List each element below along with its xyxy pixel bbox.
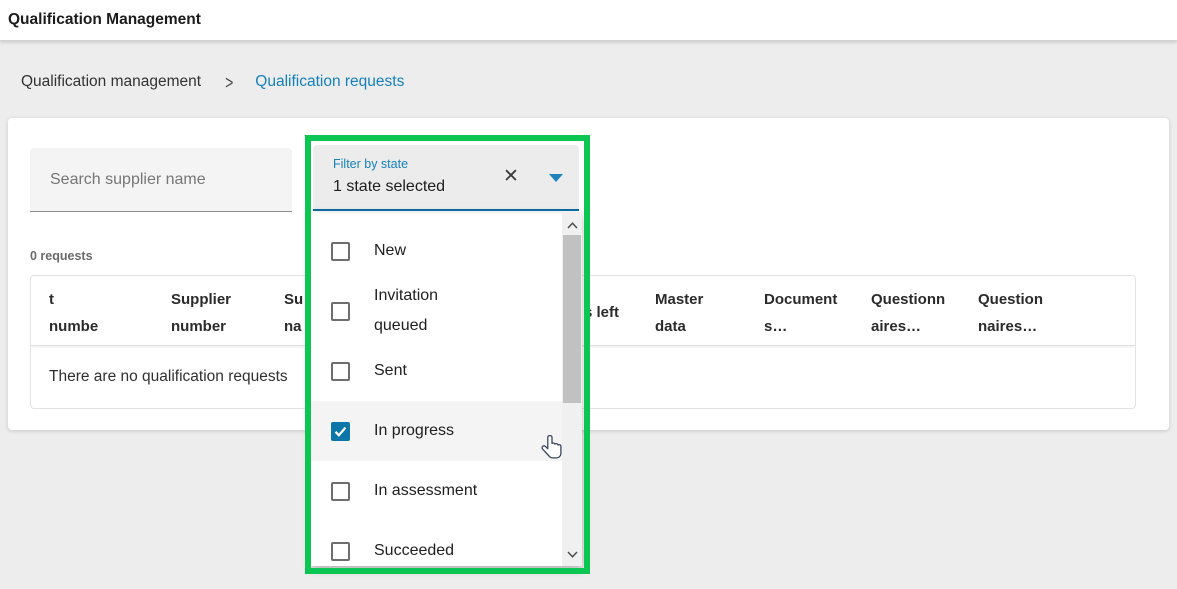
page-title: Qualification Management bbox=[0, 11, 201, 29]
checkbox-unchecked-icon[interactable] bbox=[331, 542, 350, 561]
breadcrumb-current[interactable]: Qualification requests bbox=[255, 73, 404, 91]
option-new[interactable]: New bbox=[311, 221, 562, 281]
col-documents[interactable]: Documents… bbox=[764, 286, 837, 340]
option-sent[interactable]: Sent bbox=[311, 341, 562, 401]
checkbox-unchecked-icon[interactable] bbox=[331, 482, 350, 501]
clear-filter-icon[interactable]: ✕ bbox=[497, 163, 525, 191]
dropdown-scrollbar[interactable] bbox=[562, 213, 582, 566]
col-days-left[interactable]: s left bbox=[584, 299, 619, 326]
state-filter-dropdown: New Invitation queued Sent In progress I… bbox=[311, 213, 582, 566]
checkbox-unchecked-icon[interactable] bbox=[331, 242, 350, 261]
state-option-list: New Invitation queued Sent In progress I… bbox=[311, 221, 562, 566]
breadcrumb-separator-icon: > bbox=[225, 71, 233, 93]
empty-state-text: There are no qualification requests bbox=[49, 368, 288, 386]
filter-label: Filter by state bbox=[333, 157, 408, 171]
filter-value: 1 state selected bbox=[333, 178, 445, 196]
scrollbar-thumb[interactable] bbox=[563, 235, 581, 403]
option-in-assessment[interactable]: In assessment bbox=[311, 461, 562, 521]
scroll-down-icon[interactable] bbox=[562, 544, 582, 564]
state-filter-field[interactable]: Filter by state 1 state selected ✕ bbox=[313, 145, 579, 211]
col-master-data[interactable]: Masterdata bbox=[655, 286, 703, 340]
breadcrumb-parent[interactable]: Qualification management bbox=[21, 73, 201, 91]
col-supplier-name[interactable]: Suna bbox=[284, 286, 303, 340]
option-succeeded[interactable]: Succeeded bbox=[311, 521, 562, 566]
col-questionnaires-1[interactable]: Questionnaires… bbox=[871, 286, 945, 340]
chevron-down-icon[interactable] bbox=[549, 174, 563, 182]
checkbox-unchecked-icon[interactable] bbox=[331, 302, 350, 321]
search-input[interactable] bbox=[30, 148, 292, 212]
qualification-management-screen: Qualification Management Qualification m… bbox=[0, 0, 1177, 589]
col-request-number[interactable]: tnumbe bbox=[49, 286, 98, 340]
scroll-up-icon[interactable] bbox=[562, 215, 582, 235]
col-questionnaires-2[interactable]: Questionnaires… bbox=[978, 286, 1043, 340]
col-supplier-number[interactable]: Suppliernumber bbox=[171, 286, 231, 340]
checkbox-unchecked-icon[interactable] bbox=[331, 362, 350, 381]
option-in-progress[interactable]: In progress bbox=[311, 401, 562, 461]
request-count: 0 requests bbox=[30, 249, 93, 263]
option-invitation-queued[interactable]: Invitation queued bbox=[311, 281, 562, 341]
table-header-row: tnumbe Suppliernumber Suna s left Master… bbox=[31, 276, 1135, 346]
breadcrumb: Qualification management > Qualification… bbox=[21, 73, 404, 91]
requests-table: tnumbe Suppliernumber Suna s left Master… bbox=[30, 275, 1136, 409]
app-header: Qualification Management bbox=[0, 0, 1177, 41]
checkbox-checked-icon[interactable] bbox=[331, 422, 350, 441]
